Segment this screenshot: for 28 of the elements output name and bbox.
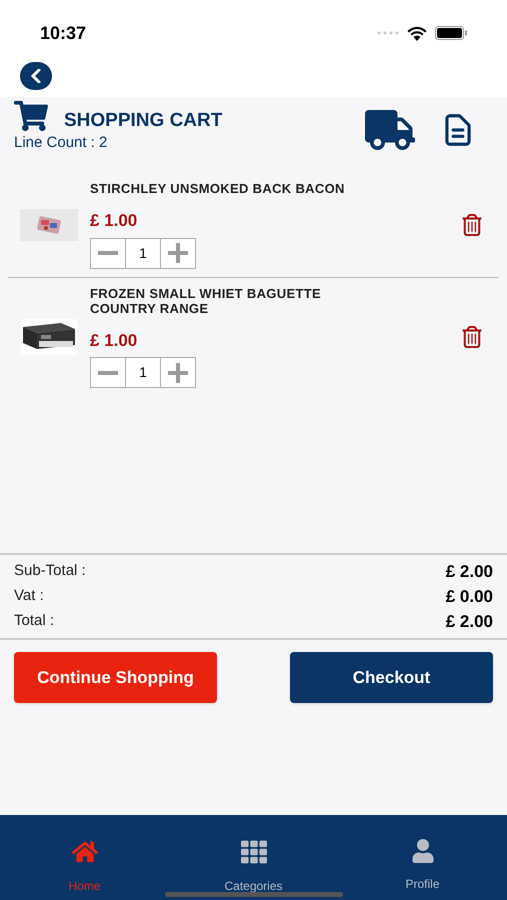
total-label: Total :	[14, 611, 54, 632]
page-title: SHOPPING CART	[64, 109, 222, 133]
total-value: £ 2.00	[446, 560, 493, 583]
cart-icon	[14, 99, 48, 134]
signal-icon	[377, 31, 399, 35]
product-name: STIRCHLEY UNSMOKED BACK BACON	[90, 181, 346, 196]
tab[interactable]: Profile	[338, 815, 507, 900]
continue-shopping-button[interactable]: Continue Shopping	[14, 652, 217, 703]
checkout-button[interactable]: Checkout	[290, 652, 493, 703]
back-button[interactable]	[20, 62, 52, 90]
tab[interactable]: Categories	[169, 815, 338, 900]
wifi-icon	[407, 26, 427, 40]
battery-icon	[435, 26, 467, 40]
chevron-left-icon	[30, 69, 42, 83]
status-time: 10:37	[40, 22, 86, 44]
home-icon	[72, 839, 98, 865]
user-icon	[410, 839, 434, 863]
product-name: FROZEN SMALL WHIET BAGUETTE COUNTRY RANGE	[90, 286, 322, 316]
grid-icon	[240, 839, 266, 865]
total-value: £ 2.00	[446, 610, 493, 633]
product-price: £ 1.00	[90, 210, 138, 232]
line-count: Line Count : 2	[14, 132, 108, 152]
total-value: £ 0.00	[446, 586, 493, 608]
delete-icon[interactable]	[461, 326, 483, 348]
product-price: £ 1.00	[90, 330, 138, 352]
delete-icon[interactable]	[461, 214, 483, 236]
total-label: Vat :	[14, 586, 44, 606]
total-label: Sub-Total :	[14, 561, 86, 582]
